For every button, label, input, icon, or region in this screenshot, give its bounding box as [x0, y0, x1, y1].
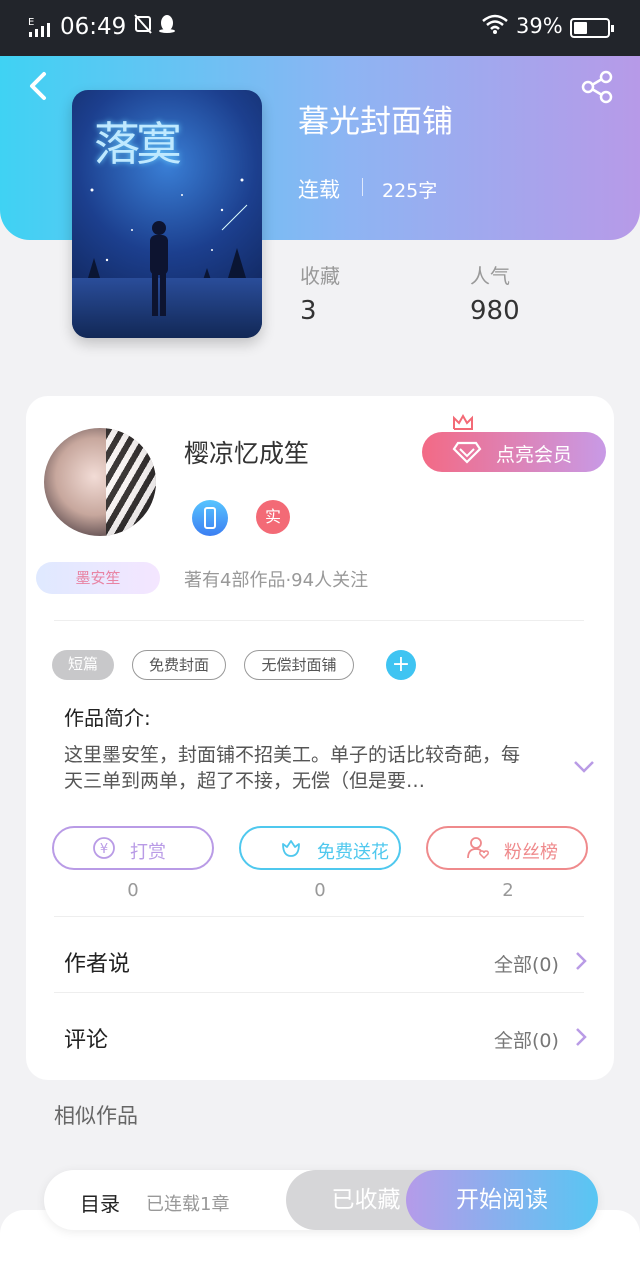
fan-ranking-label: 粉丝榜 [504, 842, 558, 863]
send-flower-label: 免费送花 [317, 842, 389, 863]
qq-icon [158, 14, 176, 39]
battery-percent: 39% [516, 14, 563, 38]
diamond-icon [452, 441, 482, 464]
real-name-badge: 实 [256, 500, 290, 534]
book-title: 暮光封面铺 [298, 104, 453, 140]
tag-item[interactable]: 免费封面 [132, 650, 226, 680]
popularity-count: 980 [470, 296, 520, 326]
status-time: 06:49 [60, 14, 127, 40]
reward-count: 0 [127, 880, 139, 901]
add-tag-button[interactable]: + [386, 650, 416, 680]
silent-icon [134, 14, 152, 39]
favorites-count: 3 [300, 296, 317, 326]
fan-count: 2 [502, 880, 514, 901]
flower-icon [282, 840, 300, 857]
avatar[interactable] [44, 428, 156, 536]
share-icon [581, 70, 613, 104]
book-status: 连载 [298, 178, 340, 202]
user-heart-icon [467, 837, 489, 860]
reward-label: 打赏 [130, 842, 166, 863]
author-meta: 著有4部作品·94人关注 [184, 570, 369, 591]
author-says-label[interactable]: 作者说 [64, 946, 130, 978]
vip-label: 点亮会员 [496, 444, 573, 466]
signal-icon: E [28, 16, 52, 44]
similar-works-title: 相似作品 [54, 1104, 138, 1128]
divider [362, 178, 363, 196]
svg-text:¥: ¥ [100, 842, 108, 857]
start-reading-button[interactable]: 开始阅读 [406, 1170, 598, 1230]
wifi-icon [482, 14, 508, 39]
divider [54, 916, 584, 917]
comments-label[interactable]: 评论 [64, 1022, 108, 1054]
back-button[interactable] [24, 68, 54, 104]
chevron-down-icon [574, 761, 594, 773]
intro-body: 这里墨安笙，封面铺不招美工。单子的话比较奇葩，每天三单到两单，超了不接，无偿（但… [64, 744, 521, 792]
chevron-right-icon[interactable] [574, 950, 588, 972]
vip-button[interactable]: 点亮会员 [422, 432, 606, 472]
book-cover[interactable]: 落寞 [72, 90, 262, 338]
toc-meta[interactable]: 已连载1章 [146, 1190, 229, 1216]
chevron-left-icon [30, 72, 46, 100]
author-name[interactable]: 樱凉忆成笙 [184, 434, 309, 470]
phone-verified-icon [192, 500, 228, 536]
share-button[interactable] [580, 70, 616, 104]
network-type: E [28, 17, 34, 28]
chevron-right-icon[interactable] [574, 1026, 588, 1048]
tag-item[interactable]: 无偿封面铺 [244, 650, 354, 680]
divider [54, 620, 584, 621]
reward-button[interactable]: ¥ 打赏 [52, 826, 214, 870]
cover-figure [150, 221, 168, 316]
toc-button[interactable]: 目录 [80, 1188, 120, 1217]
battery-icon [570, 18, 614, 38]
author-says-all-link[interactable]: 全部(0) [494, 950, 559, 977]
popularity-label: 人气 [470, 264, 510, 288]
flower-count: 0 [314, 880, 326, 901]
yen-icon: ¥ [93, 837, 115, 859]
comments-all-link[interactable]: 全部(0) [494, 1026, 559, 1053]
fan-ranking-button[interactable]: 粉丝榜 [426, 826, 588, 870]
cover-title: 落寞 [94, 117, 182, 171]
tag-genre[interactable]: 短篇 [52, 650, 114, 680]
divider [54, 992, 584, 993]
favorites-label: 收藏 [300, 264, 340, 288]
intro-title: 作品简介: [64, 706, 151, 730]
send-flower-button[interactable]: 免费送花 [239, 826, 401, 870]
word-count: 225字 [382, 180, 438, 202]
status-bar: E 06:49 39% [0, 0, 640, 56]
author-title-tag: 墨安笙 [36, 562, 160, 594]
expand-button[interactable] [572, 758, 596, 776]
